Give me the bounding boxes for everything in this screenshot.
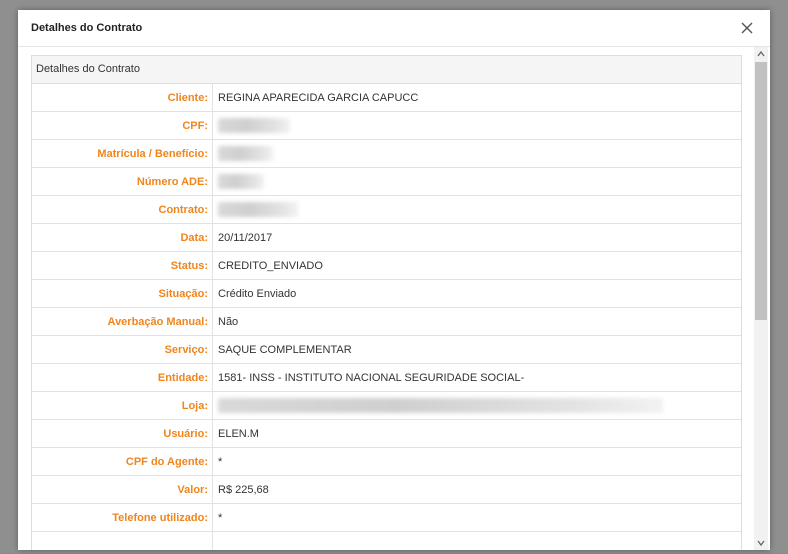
detail-row: Loja: bbox=[32, 391, 741, 420]
field-value bbox=[212, 391, 741, 420]
field-label: Averbação Manual: bbox=[32, 307, 213, 336]
field-label: Serviço: bbox=[32, 335, 213, 364]
detail-row: CPF: bbox=[32, 111, 741, 140]
detail-row: Status: CREDITO_ENVIADO bbox=[32, 251, 741, 280]
field-label: Status: bbox=[32, 251, 213, 280]
field-label: Loja: bbox=[32, 391, 213, 420]
details-table: Cliente: REGINA APARECIDA GARCIA CAPUCC CP… bbox=[32, 84, 741, 550]
field-value: 20/11/2017 bbox=[212, 223, 741, 252]
field-label: Número ADE: bbox=[32, 167, 213, 196]
scroll-thumb[interactable] bbox=[755, 62, 767, 320]
detail-row: Situação: Crédito Enviado bbox=[32, 279, 741, 308]
scroll-up-button[interactable] bbox=[754, 47, 768, 61]
field-value bbox=[212, 139, 741, 168]
scroll-up-icon bbox=[757, 50, 765, 57]
scroll-down-button[interactable] bbox=[754, 536, 768, 550]
field-label: Contrato: bbox=[32, 195, 213, 224]
field-value bbox=[212, 167, 741, 196]
field-value: ELEN.M bbox=[212, 419, 741, 448]
field-value: REGINA APARECIDA GARCIA CAPUCC bbox=[212, 84, 741, 112]
detail-row: Serviço: SAQUE COMPLEMENTAR bbox=[32, 335, 741, 364]
field-value: SAQUE COMPLEMENTAR bbox=[212, 335, 741, 364]
field-value: * bbox=[212, 503, 741, 532]
field-label: CPF do Agente: bbox=[32, 447, 213, 476]
field-label: Usuário: bbox=[32, 419, 213, 448]
field-value: R$ 225,68 bbox=[212, 475, 741, 504]
detail-row: CPF do Agente: * bbox=[32, 447, 741, 476]
field-label: Matrícula / Benefício: bbox=[32, 139, 213, 168]
field-label: Data: bbox=[32, 223, 213, 252]
field-value: CREDITO_ENVIADO bbox=[212, 251, 741, 280]
detail-row: Usuário: ELEN.M bbox=[32, 419, 741, 448]
field-value: 1581- INSS - INSTITUTO NACIONAL SEGURIDA… bbox=[212, 363, 741, 392]
modal-header: Detalhes do Contrato bbox=[18, 10, 770, 47]
detail-row: Averbação Manual: Não bbox=[32, 307, 741, 336]
field-value: * bbox=[212, 447, 741, 476]
details-panel: Detalhes do Contrato Cliente: REGINA APAR… bbox=[31, 55, 742, 550]
detail-row: Entidade: 1581- INSS - INSTITUTO NACIONAL… bbox=[32, 363, 741, 392]
detail-row: Valor: R$ 225,68 bbox=[32, 475, 741, 504]
field-label bbox=[32, 531, 213, 550]
vertical-scrollbar[interactable] bbox=[754, 47, 768, 550]
field-value: Crédito Enviado bbox=[212, 279, 741, 308]
detail-row: Telefone utilizado: * bbox=[32, 503, 741, 532]
detail-row: Data: 20/11/2017 bbox=[32, 223, 741, 252]
detail-row bbox=[32, 531, 741, 550]
field-label: Valor: bbox=[32, 475, 213, 504]
field-label: Situação: bbox=[32, 279, 213, 308]
redacted-value bbox=[218, 146, 273, 161]
detail-row: Matrícula / Benefício: bbox=[32, 139, 741, 168]
field-value: Não bbox=[212, 307, 741, 336]
detail-row: Contrato: bbox=[32, 195, 741, 224]
field-label: Entidade: bbox=[32, 363, 213, 392]
close-icon bbox=[741, 22, 753, 34]
modal-title: Detalhes do Contrato bbox=[31, 22, 143, 34]
field-label: CPF: bbox=[32, 111, 213, 140]
contract-details-modal: Detalhes do Contrato Detalhes do Contrat… bbox=[18, 10, 770, 550]
redacted-value bbox=[218, 202, 298, 217]
redacted-value bbox=[218, 118, 290, 133]
detail-row: Número ADE: bbox=[32, 167, 741, 196]
field-label: Telefone utilizado: bbox=[32, 503, 213, 532]
scroll-down-icon bbox=[757, 540, 765, 547]
redacted-value bbox=[218, 174, 264, 189]
field-value bbox=[212, 195, 741, 224]
field-label: Cliente: bbox=[32, 84, 213, 112]
redacted-value bbox=[218, 398, 663, 413]
detail-row: Cliente: REGINA APARECIDA GARCIA CAPUCC bbox=[32, 84, 741, 112]
modal-body: Detalhes do Contrato Cliente: REGINA APAR… bbox=[18, 47, 770, 550]
close-button[interactable] bbox=[738, 19, 756, 37]
field-value bbox=[212, 531, 741, 550]
panel-heading: Detalhes do Contrato bbox=[32, 56, 741, 84]
field-value bbox=[212, 111, 741, 140]
